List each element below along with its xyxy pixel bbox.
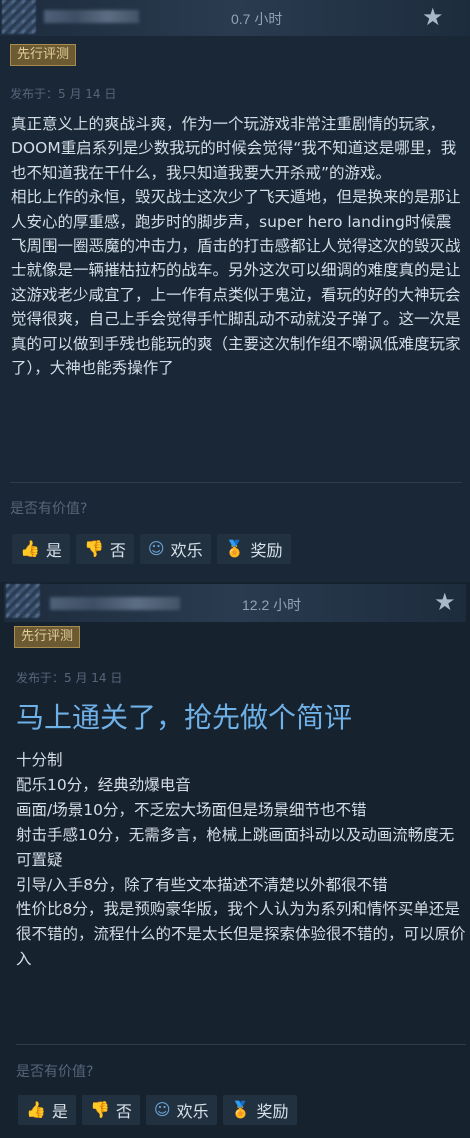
username-redacted[interactable] [44,10,139,23]
hours-played: 0.7 小时 [231,11,283,27]
vote-yes-button[interactable]: 👍 是 [12,534,70,564]
posted-date: 发布于：5 月 14 日 [10,87,117,101]
avatar[interactable] [2,0,36,34]
award-label: 奖励 [256,1102,289,1121]
avatar[interactable] [6,584,40,618]
vote-buttons: 👍 是 👎 否 ☺ 欢乐 🏅 奖励 [18,1095,297,1125]
vote-no-label: 否 [109,541,126,560]
vote-yes-button[interactable]: 👍 是 [18,1095,76,1125]
review-text: 十分制 配乐10分，经典劲爆电音 画面/场景10分，不乏宏大场面但是场景细节也不… [16,751,466,969]
early-access-badge: 先行评测 [10,44,77,66]
award-button[interactable]: 🏅 奖励 [222,1095,297,1125]
username-redacted[interactable] [50,597,180,610]
thumbs-up-icon: 👍 [26,1100,46,1119]
smiley-icon: ☺ [147,539,165,558]
posted-date: 发布于：5 月 14 日 [16,671,123,685]
vote-yes-label: 是 [45,541,62,560]
review-text: 真正意义上的爽战斗爽，作为一个玩游戏非常注重剧情的玩家，DOOM重启系列是少数我… [11,115,461,378]
thumbs-down-icon: 👎 [83,539,104,558]
thumbs-down-icon: 👎 [89,1100,110,1119]
review-title: 马上通关了，抢先做个简评 [16,701,353,734]
award-label: 奖励 [250,541,283,560]
award-button[interactable]: 🏅 奖励 [216,534,291,564]
award-icon: 🏅 [230,1100,251,1119]
star-icon[interactable]: ★ [434,590,456,614]
smiley-icon: ☺ [153,1100,171,1119]
vote-funny-label: 欢乐 [176,1102,209,1121]
review-card: 12.2 小时 ★ 先行评测 发布于：5 月 14 日 马上通关了，抢先做个简评… [0,582,470,1138]
helpful-prompt: 是否有价值? [16,1064,94,1080]
vote-funny-label: 欢乐 [170,541,203,560]
vote-no-label: 否 [115,1102,132,1121]
vote-funny-button[interactable]: ☺ 欢乐 [145,1095,217,1125]
vote-buttons: 👍 是 👎 否 ☺ 欢乐 🏅 奖励 [12,534,291,564]
award-icon: 🏅 [224,539,245,558]
star-icon[interactable]: ★ [422,5,444,29]
review-header: 12.2 小时 ★ [4,584,466,622]
vote-no-button[interactable]: 👎 否 [81,1095,140,1125]
divider [10,482,462,483]
vote-yes-label: 是 [51,1102,68,1121]
early-access-badge: 先行评测 [14,626,81,648]
vote-funny-button[interactable]: ☺ 欢乐 [139,534,211,564]
divider [16,1044,466,1045]
vote-no-button[interactable]: 👎 否 [75,534,134,564]
helpful-prompt: 是否有价值? [10,501,88,517]
thumbs-up-icon: 👍 [20,539,40,558]
review-card: 0.7 小时 ★ 先行评测 发布于：5 月 14 日 真正意义上的爽战斗爽，作为… [0,0,470,582]
hours-played: 12.2 小时 [242,597,302,613]
review-header: 0.7 小时 ★ [0,0,470,36]
